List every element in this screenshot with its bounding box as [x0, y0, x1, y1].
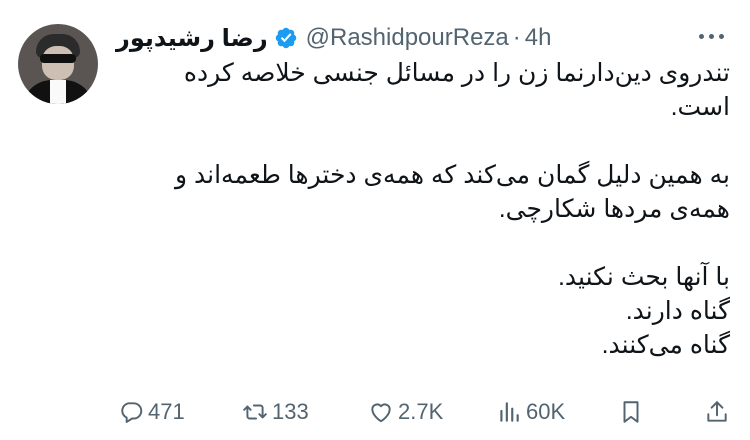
bookmark-icon	[623, 401, 639, 423]
share-button[interactable]	[704, 399, 730, 425]
verified-badge-icon	[275, 27, 296, 49]
tweet-paragraph: تندروی دین‌دارنما زن را در مسائل جنسی خل…	[183, 59, 730, 121]
share-icon	[707, 401, 727, 422]
like-button[interactable]: 2.7K	[368, 399, 443, 425]
more-icon[interactable]	[699, 34, 724, 39]
reply-icon	[121, 402, 143, 423]
views-icon	[500, 402, 519, 422]
separator-dot: ·	[512, 24, 521, 51]
retweet-icon	[243, 404, 267, 420]
views-button[interactable]: 60K	[496, 399, 565, 425]
views-count: 60K	[526, 399, 566, 424]
tweet-text: تندروی دین‌دارنما زن را در مسائل جنسی خل…	[118, 56, 730, 362]
retweet-count: 133	[272, 399, 309, 424]
avatar[interactable]	[18, 24, 98, 104]
bookmark-button[interactable]	[618, 399, 644, 425]
author-handle[interactable]: @RashidpourReza	[306, 24, 509, 52]
tweet-paragraph: به همین دلیل گمان می‌کند که همه‌ی دخترها…	[175, 161, 730, 223]
heart-icon	[371, 403, 391, 423]
reply-button[interactable]: 471	[118, 399, 185, 425]
action-bar: 471 133 2.7K 60K	[118, 396, 732, 428]
tweet[interactable]: رضا رشیدپور @RashidpourReza · 4h تندروی …	[0, 0, 750, 440]
tweet-paragraph: با آنها بحث نکنید. گناه دارند. گناه می‌ک…	[557, 263, 730, 359]
reply-count: 471	[148, 399, 185, 424]
author-name[interactable]: رضا رشیدپور	[116, 24, 268, 53]
tweet-timestamp[interactable]: 4h	[525, 24, 552, 52]
retweet-button[interactable]: 133	[242, 399, 309, 425]
like-count: 2.7K	[398, 399, 444, 424]
tweet-header: رضا رشیدپور @RashidpourReza · 4h	[116, 22, 551, 54]
